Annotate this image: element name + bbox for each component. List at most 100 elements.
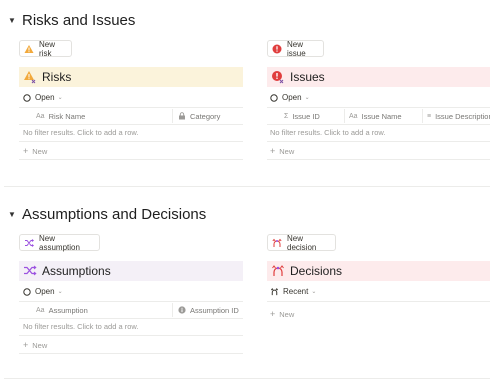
column-header-assumption[interactable]: Aa Assumption: [36, 303, 88, 317]
divider: [19, 318, 243, 319]
view-label: Open: [35, 93, 55, 102]
chevron-down-icon: ⌄: [57, 95, 63, 101]
view-label: Recent: [283, 287, 309, 296]
plus-icon: +: [23, 340, 29, 350]
new-row-label: New: [279, 146, 295, 156]
circle-outline-icon: [23, 93, 31, 102]
view-selector-assumptions[interactable]: Open ⌄: [23, 287, 63, 296]
db-title-issues: Issues: [290, 70, 325, 84]
divider: [19, 301, 243, 302]
divider: [267, 301, 490, 302]
divider: [19, 335, 243, 336]
text-aa-icon: Aa: [36, 112, 45, 120]
info-circle-icon: [178, 306, 186, 314]
section-title-text: Risks and Issues: [22, 12, 136, 29]
new-assumption-label: New assumption: [39, 233, 80, 252]
divider: [19, 107, 243, 108]
circle-outline-icon: [270, 93, 278, 102]
db-title-risks: Risks: [42, 70, 72, 84]
view-selector-issues[interactable]: Open ⌄: [270, 93, 310, 102]
shuffle-icon: [23, 264, 37, 278]
column-header-assumption-id[interactable]: Assumption ID: [178, 303, 239, 317]
new-decision-button[interactable]: New decision: [267, 233, 336, 252]
db-title-assumptions: Assumptions: [42, 264, 111, 278]
toggle-triangle-icon[interactable]: ▼: [8, 210, 22, 219]
view-selector-decisions[interactable]: Recent ⌄: [270, 287, 316, 296]
column-divider: [422, 109, 423, 123]
circle-outline-icon: [23, 287, 31, 296]
divider: [267, 159, 490, 160]
empty-state-issues[interactable]: No filter results. Click to add a row.: [270, 128, 385, 137]
db-header-assumptions[interactable]: Assumptions: [19, 261, 243, 281]
section-title-assumptions-decisions[interactable]: ▼ Assumptions and Decisions: [8, 206, 206, 223]
db-header-issues[interactable]: Issues: [267, 67, 490, 87]
column-divider: [172, 303, 173, 317]
chevron-down-icon: ⌄: [304, 95, 310, 101]
plus-icon: +: [270, 309, 276, 319]
divider: [267, 141, 490, 142]
warning-triangle-icon: [23, 70, 37, 84]
column-divider: [344, 109, 345, 123]
column-label: Issue Name: [361, 111, 402, 121]
db-header-decisions[interactable]: Decisions: [267, 261, 490, 281]
new-row-label: New: [32, 340, 48, 350]
new-row-issues[interactable]: + New: [270, 146, 294, 156]
divider: [19, 124, 243, 125]
warning-triangle-icon: [24, 44, 34, 54]
section-divider: [4, 186, 490, 187]
text-aa-icon: Aa: [349, 112, 358, 120]
exclamation-circle-icon: [272, 44, 282, 54]
new-risk-button[interactable]: New risk: [19, 39, 72, 58]
column-label: Assumption ID: [190, 305, 239, 315]
column-label: Issue Description: [435, 111, 490, 121]
new-risk-label: New risk: [39, 39, 56, 58]
new-decision-label: New decision: [287, 233, 317, 252]
new-row-assumptions[interactable]: + New: [23, 340, 47, 350]
section-divider: [4, 378, 490, 379]
fork-arrows-icon: [272, 238, 282, 248]
new-row-decisions[interactable]: + New: [270, 309, 294, 319]
section-title-text: Assumptions and Decisions: [22, 206, 207, 223]
view-label: Open: [282, 93, 302, 102]
lock-icon: [178, 112, 186, 120]
shuffle-icon: [24, 238, 34, 248]
column-header-category[interactable]: Category: [178, 109, 220, 123]
fork-arrows-icon: [271, 264, 285, 278]
plus-icon: +: [23, 146, 29, 156]
divider: [267, 124, 490, 125]
column-divider: [172, 109, 173, 123]
column-label: Assumption: [48, 305, 88, 315]
empty-state-assumptions[interactable]: No filter results. Click to add a row.: [23, 322, 138, 331]
toggle-triangle-icon[interactable]: ▼: [8, 16, 22, 25]
db-title-decisions: Decisions: [290, 264, 343, 278]
section-title-risks-issues[interactable]: ▼ Risks and Issues: [8, 12, 135, 29]
column-label: Issue ID: [292, 111, 320, 121]
column-header-issue-id[interactable]: Σ Issue ID: [284, 109, 320, 123]
lines-icon: ≡: [427, 112, 432, 120]
column-header-issue-name[interactable]: Aa Issue Name: [349, 109, 402, 123]
recent-icon: [270, 287, 279, 296]
plus-icon: +: [270, 146, 276, 156]
divider: [19, 353, 243, 354]
new-issue-button[interactable]: New issue: [267, 39, 324, 58]
divider: [267, 107, 490, 108]
chevron-down-icon: ⌄: [57, 289, 63, 295]
new-assumption-button[interactable]: New assumption: [19, 233, 100, 252]
empty-state-risks[interactable]: No filter results. Click to add a row.: [23, 128, 138, 137]
db-header-risks[interactable]: Risks: [19, 67, 243, 87]
new-row-label: New: [32, 146, 48, 156]
column-header-risk-name[interactable]: Aa Risk Name: [36, 109, 85, 123]
divider: [19, 141, 243, 142]
view-selector-risks[interactable]: Open ⌄: [23, 93, 63, 102]
column-header-issue-description[interactable]: ≡ Issue Description: [427, 109, 490, 123]
new-issue-label: New issue: [287, 39, 306, 58]
exclamation-circle-icon: [271, 70, 285, 84]
sigma-icon: Σ: [284, 112, 289, 120]
chevron-down-icon: ⌄: [311, 289, 317, 295]
view-label: Open: [35, 287, 55, 296]
column-label: Category: [190, 111, 221, 121]
column-label: Risk Name: [48, 111, 86, 121]
new-row-risks[interactable]: + New: [23, 146, 47, 156]
divider: [19, 159, 243, 160]
new-row-label: New: [279, 309, 295, 319]
